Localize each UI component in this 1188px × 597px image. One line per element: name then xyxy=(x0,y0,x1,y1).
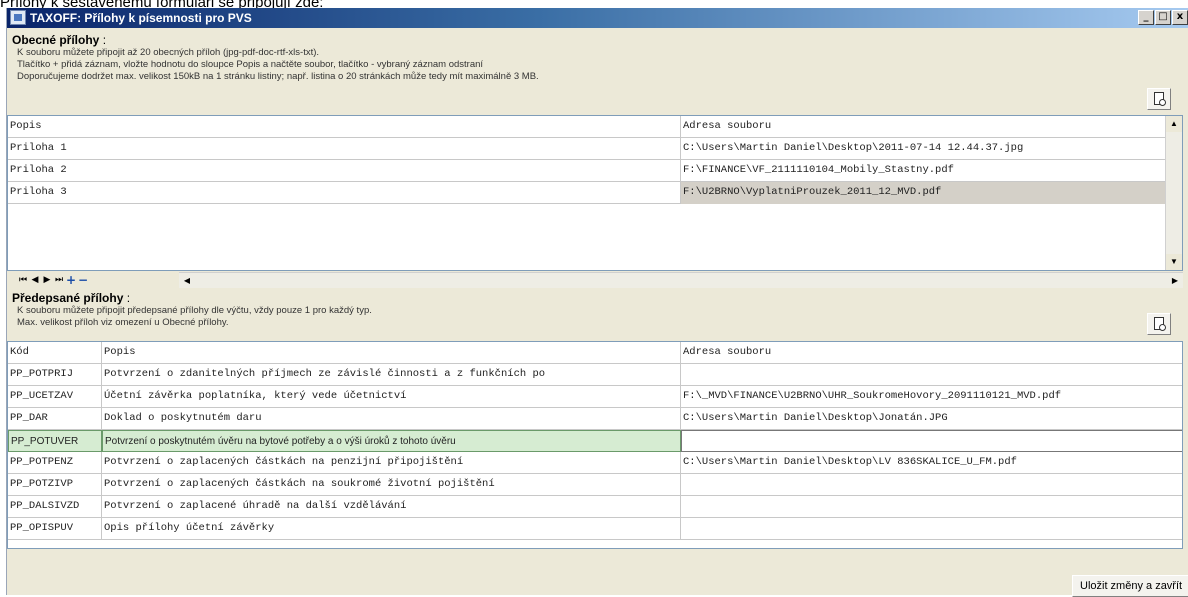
table-row[interactable]: Priloha 2 F:\FINANCE\VF_2111110104_Mobil… xyxy=(8,160,1167,182)
cell-adresa[interactable]: F:\_MVD\FINANCE\U2BRNO\UHR_SoukromeHovor… xyxy=(681,386,1182,408)
cell-popis[interactable]: Priloha 3 xyxy=(8,182,681,204)
next-record-icon[interactable]: ▶ xyxy=(41,273,53,287)
table-row[interactable]: PP_POTZIVP Potvrzení o zaplacených částk… xyxy=(8,474,1182,496)
required-header-row: Kód Popis Adresa souboru xyxy=(8,342,1182,364)
table-row[interactable]: Priloha 3 F:\U2BRNO\VyplatniProuzek_2011… xyxy=(8,182,1167,204)
required-info: K souboru můžete připojit předepsané pří… xyxy=(17,305,372,329)
cell-popis[interactable]: Potvrzení o zdanitelných příjmech ze záv… xyxy=(102,364,681,386)
cell-popis[interactable]: Potvrzení o zaplacených částkách na souk… xyxy=(102,474,681,496)
column-header-kod[interactable]: Kód xyxy=(8,342,102,364)
cell-adresa[interactable] xyxy=(681,364,1182,386)
general-info-line-3: Doporučujeme dodržet max. velikost 150kB… xyxy=(17,71,539,82)
general-vertical-scrollbar[interactable]: ▲ ▼ xyxy=(1165,116,1182,270)
column-header-popis[interactable]: Popis xyxy=(102,342,681,364)
close-button[interactable]: x xyxy=(1172,10,1188,25)
cell-popis[interactable]: Priloha 2 xyxy=(8,160,681,182)
cell-adresa[interactable] xyxy=(681,474,1182,496)
column-header-adresa[interactable]: Adresa souboru xyxy=(681,116,1167,138)
table-row[interactable]: PP_UCETZAV Účetní závěrka poplatníka, kt… xyxy=(8,386,1182,408)
required-attachments-grid: Kód Popis Adresa souboru PP_POTPRIJ Potv… xyxy=(7,341,1183,549)
table-row[interactable]: PP_DAR Doklad o poskytnutém daru C:\User… xyxy=(8,408,1182,430)
required-info-line-2: Max. velikost příloh viz omezení u Obecn… xyxy=(17,317,229,328)
cell-adresa-editing[interactable] xyxy=(681,430,1182,452)
cell-popis[interactable]: Potvrzení o zaplacených částkách na penz… xyxy=(102,452,681,474)
required-preview-button[interactable] xyxy=(1147,313,1171,335)
cell-adresa[interactable]: C:\Users\Martin Daniel\Desktop\Jonatán.J… xyxy=(681,408,1182,430)
cell-adresa[interactable]: C:\Users\Martin Daniel\Desktop\LV 836SKA… xyxy=(681,452,1182,474)
app-icon xyxy=(10,10,26,25)
general-preview-button[interactable] xyxy=(1147,88,1171,110)
cell-popis[interactable]: Doklad o poskytnutém daru xyxy=(102,408,681,430)
scroll-left-icon[interactable]: ◀ xyxy=(179,273,195,289)
last-record-icon[interactable]: ⏭ xyxy=(53,273,65,287)
cell-popis[interactable]: Účetní závěrka poplatníka, který vede úč… xyxy=(102,386,681,408)
cell-kod[interactable]: PP_DAR xyxy=(8,408,102,430)
general-header-row: Popis Adresa souboru xyxy=(8,116,1167,138)
save-and-close-button[interactable]: Uložit změny a zavřít xyxy=(1072,575,1188,597)
cell-kod[interactable]: PP_POTUVER xyxy=(8,430,102,452)
table-row[interactable]: PP_POTPENZ Potvrzení o zaplacených částk… xyxy=(8,452,1182,474)
delete-record-button[interactable]: − xyxy=(77,273,89,287)
table-row[interactable]: Priloha 1 C:\Users\Martin Daniel\Desktop… xyxy=(8,138,1167,160)
general-attachments-grid: Popis Adresa souboru Priloha 1 C:\Users\… xyxy=(7,115,1183,271)
table-row-highlighted[interactable]: PP_POTUVER Potvrzení o poskytnutém úvěru… xyxy=(8,430,1182,452)
table-row[interactable]: PP_DALSIVZD Potvrzení o zaplacené úhradě… xyxy=(8,496,1182,518)
cell-popis[interactable]: Potvrzení o poskytnutém úvěru na bytové … xyxy=(102,430,681,452)
cell-kod[interactable]: PP_POTZIVP xyxy=(8,474,102,496)
table-row[interactable]: PP_OPISPUV Opis přílohy účetní závěrky xyxy=(8,518,1182,540)
add-record-button[interactable]: + xyxy=(65,273,77,287)
cell-kod[interactable]: PP_UCETZAV xyxy=(8,386,102,408)
general-info-line-1: K souboru můžete připojit až 20 obecných… xyxy=(17,47,320,58)
required-title-colon: : xyxy=(123,291,131,305)
general-attachments-heading: Obecné přílohy : xyxy=(12,33,106,47)
scroll-up-icon[interactable]: ▲ xyxy=(1166,116,1182,132)
cell-kod[interactable]: PP_POTPRIJ xyxy=(8,364,102,386)
cell-kod[interactable]: PP_POTPENZ xyxy=(8,452,102,474)
general-info: K souboru můžete připojit až 20 obecných… xyxy=(17,47,539,83)
cell-kod[interactable]: PP_OPISPUV xyxy=(8,518,102,540)
cell-popis[interactable]: Potvrzení o zaplacené úhradě na další vz… xyxy=(102,496,681,518)
cell-adresa-selected[interactable]: F:\U2BRNO\VyplatniProuzek_2011_12_MVD.pd… xyxy=(681,182,1167,204)
cell-popis[interactable]: Opis přílohy účetní závěrky xyxy=(102,518,681,540)
title-bar[interactable]: TAXOFF: Přílohy k písemnosti pro PVS _ □… xyxy=(7,8,1188,28)
prev-record-icon[interactable]: ◀ xyxy=(29,273,41,287)
general-horizontal-scrollbar[interactable]: ◀ ▶ xyxy=(179,272,1183,288)
required-info-line-1: K souboru můžete připojit předepsané pří… xyxy=(17,305,372,316)
table-row[interactable]: PP_POTPRIJ Potvrzení o zdanitelných příj… xyxy=(8,364,1182,386)
cell-kod[interactable]: PP_DALSIVZD xyxy=(8,496,102,518)
attachments-window: TAXOFF: Přílohy k písemnosti pro PVS _ □… xyxy=(6,8,1188,597)
general-info-line-2: Tlačítko + přidá záznam, vložte hodnotu … xyxy=(17,59,484,70)
first-record-icon[interactable]: ⏮ xyxy=(17,273,29,287)
minimize-button[interactable]: _ xyxy=(1138,10,1154,25)
required-attachments-heading: Předepsané přílohy : xyxy=(12,291,130,305)
scroll-right-icon[interactable]: ▶ xyxy=(1167,273,1183,289)
magnifier-icon xyxy=(1159,99,1166,106)
required-title: Předepsané přílohy xyxy=(12,291,124,305)
scroll-down-icon[interactable]: ▼ xyxy=(1166,254,1182,270)
window-title: TAXOFF: Přílohy k písemnosti pro PVS xyxy=(30,11,252,25)
cell-popis[interactable]: Priloha 1 xyxy=(8,138,681,160)
maximize-button[interactable]: □ xyxy=(1155,10,1171,25)
magnifier-icon xyxy=(1159,324,1166,331)
record-navigator: ⏮ ◀ ▶ ⏭ + − xyxy=(17,272,89,288)
cell-adresa[interactable] xyxy=(681,518,1182,540)
cell-adresa[interactable] xyxy=(681,496,1182,518)
column-header-adresa[interactable]: Adresa souboru xyxy=(681,342,1182,364)
cell-adresa[interactable]: C:\Users\Martin Daniel\Desktop\2011-07-1… xyxy=(681,138,1167,160)
general-title-colon: : xyxy=(99,33,107,47)
general-title: Obecné přílohy xyxy=(12,33,100,47)
cell-adresa[interactable]: F:\FINANCE\VF_2111110104_Mobily_Stastny.… xyxy=(681,160,1167,182)
column-header-popis[interactable]: Popis xyxy=(8,116,681,138)
